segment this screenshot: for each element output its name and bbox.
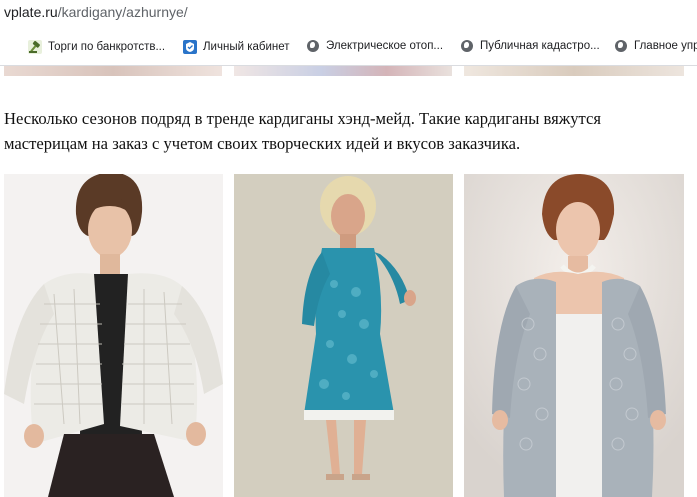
bookmark-kadastr[interactable]: Публичная кадастро...	[461, 40, 600, 52]
globe-icon	[461, 40, 473, 52]
shield-icon	[183, 40, 197, 54]
bookmark-lichny-kabinet[interactable]: Личный кабинет	[183, 40, 290, 54]
previous-photo-strip-1	[4, 66, 222, 76]
bookmark-elektricheskoe[interactable]: Электрическое отоп...	[307, 40, 443, 52]
bookmark-glavnoe[interactable]: Главное упр	[615, 40, 697, 52]
bookmark-torgi[interactable]: Торги по банкротств...	[28, 40, 165, 54]
globe-icon	[307, 40, 319, 52]
grey-lace-cardigan-photo[interactable]	[464, 174, 684, 497]
paragraph-line-1: Несколько сезонов подряд в тренде кардиг…	[4, 109, 601, 128]
bookmark-label: Главное упр	[634, 40, 697, 52]
url-path: /kardigany/azhurnye/	[57, 4, 188, 20]
paragraph-line-2: мастерицам на заказ с учетом своих творч…	[4, 134, 521, 153]
photo-illustration	[234, 174, 453, 497]
bookmarks-bar: : Торги по банкротств... Личный кабинет …	[0, 30, 697, 66]
bookmark-label: Публичная кадастро...	[480, 40, 600, 52]
bookmark-label: Личный кабинет	[203, 41, 290, 53]
previous-photo-strip-2	[234, 66, 452, 76]
article-paragraph: Несколько сезонов подряд в тренде кардиг…	[4, 106, 694, 156]
bookmark-label: Торги по банкротств...	[48, 41, 166, 53]
photo-illustration	[4, 174, 223, 497]
gavel-icon	[28, 40, 42, 54]
bookmark-label: Электрическое отоп...	[326, 40, 444, 52]
photo-illustration	[464, 174, 684, 497]
globe-icon	[615, 40, 627, 52]
address-bar[interactable]: vplate.ru/kardigany/azhurnye/	[0, 0, 697, 28]
url-text[interactable]: vplate.ru/kardigany/azhurnye/	[4, 4, 188, 20]
white-lace-cardigan-photo[interactable]	[4, 174, 223, 497]
blue-crochet-dress-photo[interactable]	[234, 174, 453, 497]
previous-photo-strip-3	[464, 66, 684, 76]
url-domain: vplate.ru	[4, 4, 58, 20]
